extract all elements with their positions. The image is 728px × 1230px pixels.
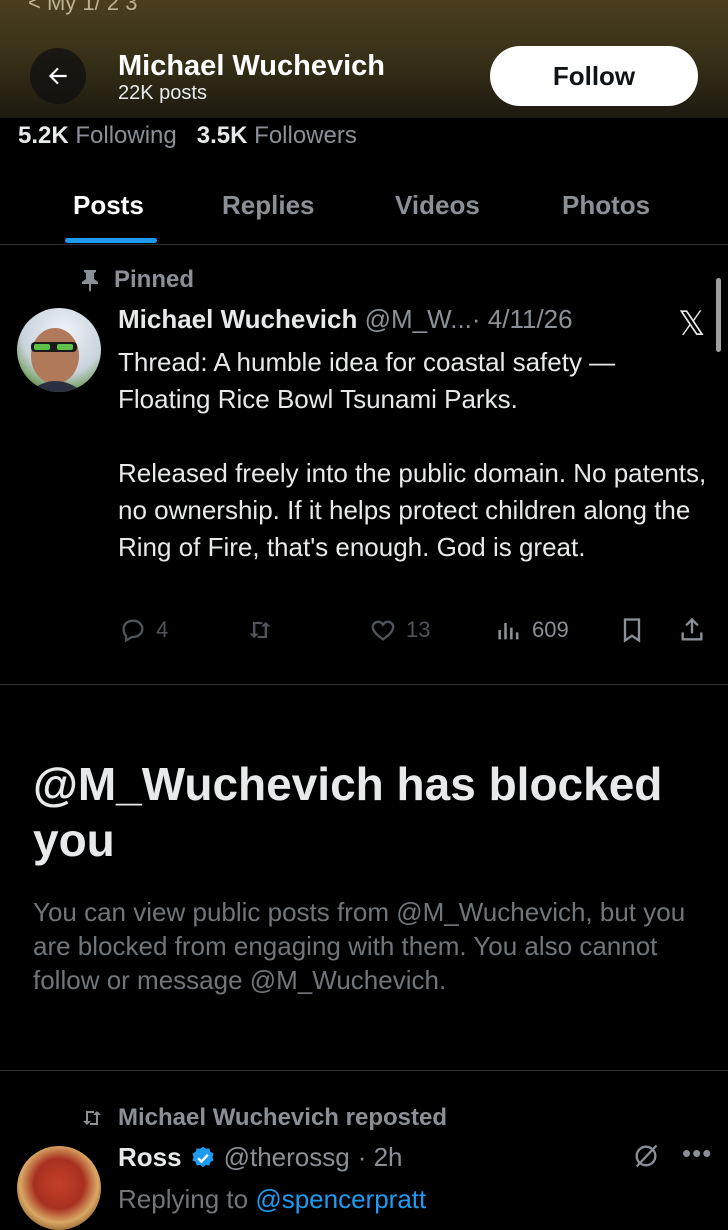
post-author-name[interactable]: Michael Wuchevich bbox=[118, 304, 357, 334]
more-options-icon[interactable]: ••• bbox=[682, 1138, 712, 1169]
pinned-indicator: Pinned bbox=[80, 266, 194, 294]
following-count: 5.2K bbox=[18, 122, 69, 149]
tab-photos[interactable]: Photos bbox=[562, 190, 650, 221]
like-count: 13 bbox=[406, 617, 431, 642]
follow-button[interactable]: Follow bbox=[490, 46, 698, 106]
tab-replies[interactable]: Replies bbox=[222, 190, 315, 221]
back-button[interactable] bbox=[30, 48, 86, 104]
divider bbox=[0, 684, 728, 685]
post-paragraph: Thread: A humble idea for coastal safety… bbox=[118, 347, 616, 414]
replying-prefix: Replying to bbox=[118, 1184, 249, 1214]
post-time[interactable]: · 2h bbox=[358, 1142, 403, 1173]
back-arrow-icon bbox=[48, 67, 67, 85]
blocked-description: You can view public posts from @M_Wuchev… bbox=[33, 897, 686, 995]
following-label: Following bbox=[75, 122, 177, 149]
tab-posts[interactable]: Posts bbox=[73, 190, 144, 221]
profile-stats: 5.2K Following 3.5K Followers bbox=[18, 122, 357, 150]
post-author-handle[interactable]: @therossg bbox=[224, 1142, 350, 1173]
verified-badge-icon bbox=[192, 1146, 214, 1167]
blocked-title: @M_Wuchevich has blocked you bbox=[33, 758, 663, 866]
repost-indicator[interactable]: Michael Wuchevich reposted bbox=[78, 1104, 447, 1132]
reply-count: 4 bbox=[156, 617, 169, 642]
header-posts-count: 22K posts bbox=[118, 82, 207, 104]
bookmark-icon bbox=[623, 618, 641, 643]
tab-videos[interactable]: Videos bbox=[395, 190, 480, 221]
following-link[interactable]: 5.2K Following bbox=[18, 122, 177, 149]
repost-icon bbox=[83, 1111, 101, 1125]
post-paragraph: Released freely into the public domain. … bbox=[118, 458, 707, 562]
avatar-image bbox=[29, 328, 83, 392]
share-button[interactable] bbox=[678, 616, 706, 644]
replying-to-link[interactable]: @spencerpratt bbox=[255, 1184, 426, 1214]
header-profile-name: Michael Wuchevich bbox=[118, 50, 385, 82]
post-author-handle[interactable]: @M_W... bbox=[365, 304, 472, 334]
avatar[interactable] bbox=[17, 308, 101, 392]
profile-tabs: Posts Replies Videos Photos bbox=[0, 178, 728, 245]
share-icon bbox=[681, 617, 703, 641]
grok-icon[interactable] bbox=[632, 1142, 660, 1178]
grok-glyph bbox=[635, 1144, 658, 1168]
repost-button[interactable] bbox=[244, 616, 276, 644]
reply-icon bbox=[122, 619, 144, 643]
heart-icon bbox=[371, 620, 395, 641]
post-actions: 4 13 609 bbox=[118, 612, 718, 652]
pinned-label: Pinned bbox=[114, 266, 195, 293]
pinned-post-header: Michael Wuchevich @M_W...· 4/11/26 bbox=[118, 304, 573, 335]
followers-label: Followers bbox=[254, 122, 357, 149]
followers-link[interactable]: 3.5K Followers bbox=[197, 122, 357, 149]
pin-icon bbox=[82, 270, 98, 292]
banner-text-fragment: < My 1/ 2 3 bbox=[28, 0, 138, 15]
reply-button[interactable]: 4 bbox=[118, 616, 168, 644]
post-date[interactable]: · 4/11/26 bbox=[472, 304, 573, 334]
x-logo-icon: 𝕏 bbox=[678, 305, 706, 343]
scrollbar[interactable] bbox=[716, 278, 721, 352]
repost-header: Ross @therossg · 2h bbox=[118, 1142, 403, 1173]
followers-count: 3.5K bbox=[196, 122, 248, 149]
repost-icon bbox=[249, 621, 271, 639]
like-button[interactable]: 13 bbox=[368, 616, 430, 644]
divider bbox=[0, 1070, 728, 1071]
avatar[interactable] bbox=[17, 1146, 101, 1230]
post-author-name[interactable]: Ross bbox=[118, 1142, 182, 1173]
active-tab-indicator bbox=[65, 238, 157, 243]
repost-label: Michael Wuchevich reposted bbox=[118, 1104, 447, 1131]
views-icon bbox=[498, 623, 519, 640]
pinned-post-text[interactable]: Thread: A humble idea for coastal safety… bbox=[118, 344, 708, 566]
bookmark-button[interactable] bbox=[618, 616, 646, 644]
view-count: 609 bbox=[532, 617, 569, 642]
views-button[interactable]: 609 bbox=[494, 616, 569, 644]
